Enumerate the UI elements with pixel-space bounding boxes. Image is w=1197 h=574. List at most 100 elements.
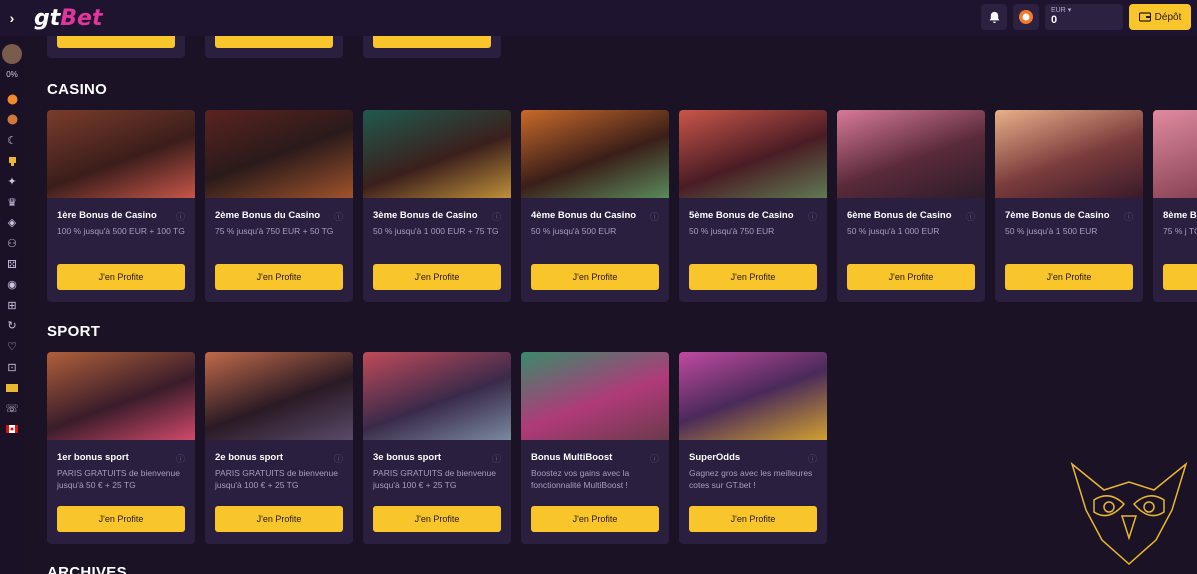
crown-icon[interactable]: ♛ xyxy=(0,192,24,213)
casino-bonus-card[interactable]: 3ème Bonus de Casino 50 % jusqu'à 1 000 … xyxy=(363,110,511,302)
logo-bet-text: Bet xyxy=(60,5,103,31)
claim-button[interactable]: J'en Profite xyxy=(215,264,343,290)
claim-button[interactable]: J'en Profite xyxy=(57,264,185,290)
flag-icon[interactable] xyxy=(0,419,24,440)
sport-bonus-card[interactable]: 3e bonus sport PARIS GRATUITS de bienven… xyxy=(363,352,511,544)
info-icon[interactable]: ⓘ xyxy=(176,452,185,465)
archives-section-title: ARCHIVES xyxy=(47,564,127,574)
casino-bonus-card[interactable]: 6ème Bonus de Casino 50 % jusqu'à 1 000 … xyxy=(837,110,985,302)
info-icon[interactable]: ⓘ xyxy=(492,210,501,223)
casino-bonus-card[interactable]: 1ère Bonus de Casino 100 % jusqu'à 500 E… xyxy=(47,110,195,302)
previous-row-card xyxy=(205,36,343,58)
bike-icon[interactable]: ⚇ xyxy=(0,233,24,254)
card-image xyxy=(1153,110,1197,198)
card-title: 2e bonus sport xyxy=(215,452,284,463)
ball-icon[interactable]: ◉ xyxy=(0,274,24,295)
previous-row-card xyxy=(363,36,501,58)
gtbet-logo[interactable]: gt Bet xyxy=(34,6,102,31)
claim-button[interactable]: J'en Profite xyxy=(215,506,343,532)
notification-bell-icon[interactable] xyxy=(981,4,1007,30)
info-icon[interactable]: ⓘ xyxy=(492,452,501,465)
claim-button[interactable]: J'en Profite xyxy=(531,506,659,532)
card-title: 1ère Bonus de Casino xyxy=(57,210,157,221)
megaphone-icon[interactable]: ✦ xyxy=(0,171,24,192)
info-icon[interactable]: ⓘ xyxy=(966,210,975,223)
golden-dice-image xyxy=(679,352,827,440)
casino-bonus-card[interactable]: 7ème Bonus de Casino 50 % jusqu'à 1 500 … xyxy=(995,110,1143,302)
casino-bonus-card[interactable]: 8ème B 75 % j TG xyxy=(1153,110,1197,302)
avatar[interactable] xyxy=(2,44,22,64)
support-icon[interactable]: ☏ xyxy=(0,398,24,419)
info-icon[interactable]: ⓘ xyxy=(334,210,343,223)
logo-gt-text: gt xyxy=(34,5,61,31)
race-car-image xyxy=(205,352,353,440)
claim-button[interactable]: J'en Profite xyxy=(57,506,185,532)
previous-row-card xyxy=(47,36,185,58)
casino-bonus-card[interactable]: 5ème Bonus de Casino 50 % jusqu'à 750 EU… xyxy=(679,110,827,302)
card-title: Bonus MultiBoost xyxy=(531,452,613,463)
basketball-icon[interactable] xyxy=(0,110,24,131)
heart-icon[interactable]: ♡ xyxy=(0,336,24,357)
balance-selector[interactable]: EUR ▾ 0 xyxy=(1045,4,1123,30)
previous-row-button[interactable] xyxy=(215,36,333,48)
casino-bonus-card[interactable]: 2ème Bonus du Casino 75 % jusqu'à 750 EU… xyxy=(205,110,353,302)
dice-icon[interactable]: ⚄ xyxy=(0,254,24,275)
card-title: 7ème Bonus de Casino xyxy=(1005,210,1110,221)
money-bag-image xyxy=(521,110,669,198)
currency-label: EUR ▾ xyxy=(1051,7,1072,14)
info-icon[interactable]: ⓘ xyxy=(1124,210,1133,223)
card-title: 5ème Bonus de Casino xyxy=(689,210,794,221)
roulette-image xyxy=(47,110,195,198)
card-title: 2ème Bonus du Casino xyxy=(215,210,321,221)
card-description: 50 % jusqu'à 1 500 EUR xyxy=(1005,226,1098,236)
spin-icon[interactable]: ↻ xyxy=(0,316,24,337)
hockey-image xyxy=(363,352,511,440)
left-sidebar: 0% ☾ ✦ ♛ ◈ ⚇ ⚄ ◉ ⊞ ↻ ♡ ⊡ ☏ xyxy=(0,36,24,574)
flame-icon[interactable] xyxy=(0,89,24,110)
casino-section-title: CASINO xyxy=(47,81,108,98)
claim-button[interactable]: J'en Profite xyxy=(1005,264,1133,290)
claim-button[interactable]: J'en Profite xyxy=(689,506,817,532)
card-title: 3ème Bonus de Casino xyxy=(373,210,478,221)
card-description: PARIS GRATUITS de bienvenue jusqu'à 100 … xyxy=(373,468,496,490)
claim-button[interactable]: J'en Profite xyxy=(531,264,659,290)
rewards-icon[interactable] xyxy=(1013,4,1039,30)
top-bar: › gt Bet EUR ▾ 0 Dépôt xyxy=(0,0,1197,36)
card-description: 100 % jusqu'à 500 EUR + 100 TG xyxy=(57,226,185,236)
info-icon[interactable]: ⓘ xyxy=(650,452,659,465)
card-description: 75 % j TG xyxy=(1163,226,1197,236)
card-description: 50 % jusqu'à 750 EUR xyxy=(689,226,775,236)
ticket-icon[interactable] xyxy=(0,377,24,398)
card-description: PARIS GRATUITS de bienvenue jusqu'à 50 €… xyxy=(57,468,180,490)
gift-icon[interactable]: ⊞ xyxy=(0,295,24,316)
claim-button[interactable]: J'en Profite xyxy=(689,264,817,290)
previous-row-button[interactable] xyxy=(57,36,175,48)
claim-button[interactable]: J'en Profite xyxy=(373,506,501,532)
sport-bonus-card[interactable]: SuperOdds Gagnez gros avec les meilleure… xyxy=(679,352,827,544)
card-title: 4ème Bonus du Casino xyxy=(531,210,637,221)
info-icon[interactable]: ⓘ xyxy=(808,210,817,223)
sport-bonus-card[interactable]: 2e bonus sport PARIS GRATUITS de bienven… xyxy=(205,352,353,544)
balance-amount: 0 xyxy=(1051,14,1058,26)
card-title: 8ème B xyxy=(1163,210,1197,221)
claim-button[interactable]: J'en Profite xyxy=(847,264,975,290)
main-content: CASINO 1ère Bonus de Casino 100 % jusqu'… xyxy=(24,36,1197,574)
card-description: 75 % jusqu'à 750 EUR + 50 TG xyxy=(215,226,334,236)
trophy-icon[interactable] xyxy=(0,151,24,172)
deposit-button[interactable]: Dépôt xyxy=(1129,4,1191,30)
grid-icon[interactable]: ⊡ xyxy=(0,357,24,378)
casino-bonus-card[interactable]: 4ème Bonus du Casino 50 % jusqu'à 500 EU… xyxy=(521,110,669,302)
info-icon[interactable]: ⓘ xyxy=(334,452,343,465)
sport-bonus-card[interactable]: 1er bonus sport PARIS GRATUITS de bienve… xyxy=(47,352,195,544)
card-description: 50 % jusqu'à 500 EUR xyxy=(531,226,617,236)
tag-icon[interactable]: ◈ xyxy=(0,213,24,234)
sport-bonus-card[interactable]: Bonus MultiBoost Boostez vos gains avec … xyxy=(521,352,669,544)
info-icon[interactable]: ⓘ xyxy=(176,210,185,223)
claim-button[interactable]: J'en Profite xyxy=(373,264,501,290)
claim-button[interactable] xyxy=(1163,264,1197,290)
info-icon[interactable]: ⓘ xyxy=(808,452,817,465)
sidebar-toggle-chevron-icon[interactable]: › xyxy=(0,10,24,26)
moon-icon[interactable]: ☾ xyxy=(0,130,24,151)
previous-row-button[interactable] xyxy=(373,36,491,48)
info-icon[interactable]: ⓘ xyxy=(650,210,659,223)
